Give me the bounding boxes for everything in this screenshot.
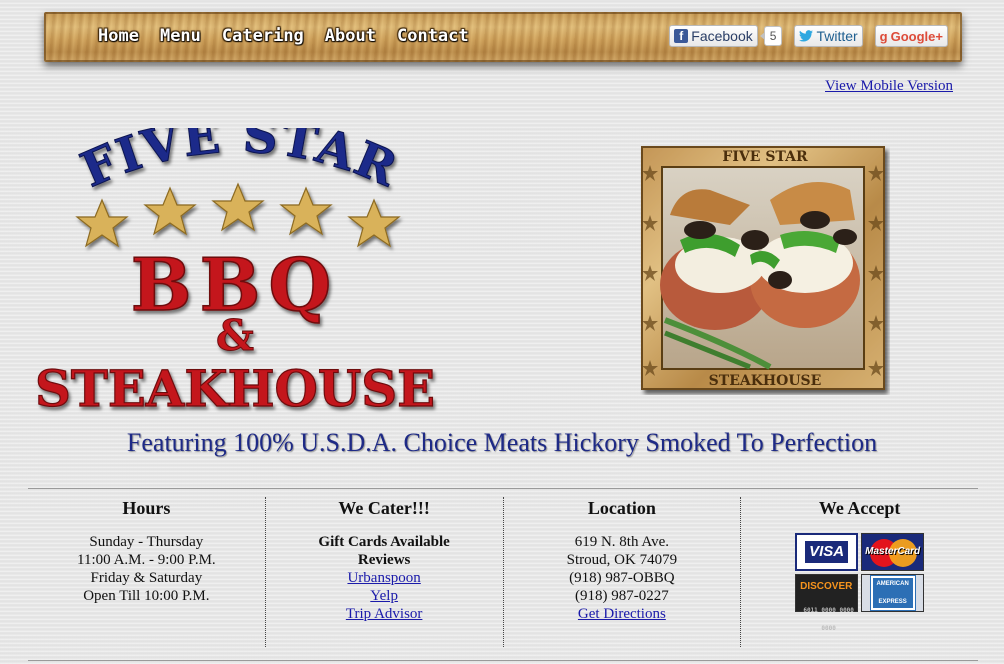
logo-stars — [75, 182, 401, 248]
gift-cards-text: Gift Cards Available — [318, 534, 450, 550]
nav-contact-link[interactable]: Contact — [397, 26, 469, 46]
payment-column: We Accept VISA MasterCard DISCOVER 6011 0… — [740, 497, 978, 647]
nav-catering-link[interactable]: Catering — [222, 26, 304, 46]
catering-column: We Cater!!! Gift Cards Available Reviews… — [264, 497, 503, 647]
facebook-label: Facebook — [691, 28, 753, 44]
logo-steakhouse-text: STEAKHOUSE — [35, 359, 435, 418]
address-city: Stroud, OK 74079 — [566, 552, 678, 568]
view-mobile-version-link[interactable]: View Mobile Version — [825, 78, 953, 95]
info-columns: Hours Sunday - Thursday 11:00 A.M. - 9:0… — [28, 497, 978, 647]
phone-number: (918) 987-0227 — [575, 588, 669, 604]
discover-card-icon: DISCOVER 6011 0000 0000 0000 — [795, 574, 859, 632]
twitter-button[interactable]: Twitter — [794, 25, 863, 47]
facebook-icon: f — [674, 29, 689, 43]
google-plus-label: Google+ — [890, 28, 943, 44]
catering-title: We Cater!!! — [338, 498, 430, 518]
reviews-heading: Reviews — [357, 552, 411, 568]
facebook-share-count: 5 — [759, 26, 783, 46]
top-navbar: Home Menu Catering About Contact f Faceb… — [44, 12, 962, 62]
social-buttons: f Facebook 5 Twitter g Google+ — [669, 25, 948, 47]
star-icon — [143, 186, 197, 236]
hours-line: 11:00 A.M. - 9:00 P.M. — [77, 552, 216, 568]
divider-bottom — [28, 660, 978, 661]
star-icon — [347, 198, 401, 248]
nav-menu-link[interactable]: Menu — [160, 26, 201, 46]
trip-advisor-link[interactable]: Trip Advisor — [346, 605, 423, 623]
hours-title: Hours — [122, 498, 171, 518]
logo-ampersand-text: & — [216, 311, 254, 360]
visa-card-icon: VISA — [795, 533, 859, 571]
urbanspoon-link[interactable]: Urbanspoon — [347, 569, 420, 587]
hours-line: Open Till 10:00 P.M. — [83, 588, 210, 604]
payment-cards: VISA MasterCard DISCOVER 6011 0000 0000 0… — [741, 533, 978, 632]
nav-home-link[interactable]: Home — [98, 26, 139, 46]
nav-about-link[interactable]: About — [325, 26, 376, 46]
mastercard-icon: MasterCard — [861, 533, 925, 571]
twitter-bird-icon — [799, 30, 814, 42]
american-express-icon: AMERICAN EXPRESS — [861, 574, 925, 612]
google-plus-button[interactable]: g Google+ — [874, 25, 948, 47]
hours-line: Sunday - Thursday — [89, 534, 204, 550]
get-directions-link[interactable]: Get Directions — [578, 605, 666, 623]
frame-top-text: FIVE STAR — [722, 149, 808, 165]
hours-line: Friday & Saturday — [90, 570, 203, 586]
nav-menu: Home Menu Catering About Contact — [98, 26, 469, 46]
tagline: Featuring 100% U.S.D.A. Choice Meats Hic… — [126, 428, 878, 457]
location-column: Location 619 N. 8th Ave. Stroud, OK 7407… — [502, 497, 741, 647]
phone-letters: (918) 987-OBBQ — [569, 570, 675, 586]
payment-title: We Accept — [818, 498, 901, 518]
star-icon — [211, 182, 265, 232]
star-icon — [279, 186, 333, 236]
hours-column: Hours Sunday - Thursday 11:00 A.M. - 9:0… — [28, 497, 265, 647]
star-icon — [75, 198, 129, 248]
facebook-button[interactable]: f Facebook — [669, 25, 758, 47]
google-plus-icon: g — [879, 28, 888, 44]
location-title: Location — [587, 498, 656, 518]
yelp-link[interactable]: Yelp — [370, 587, 398, 605]
divider-top — [28, 488, 978, 489]
twitter-label: Twitter — [816, 28, 858, 44]
featured-food-image: FIVE STAR STEAKHOUSE — [641, 146, 885, 390]
frame-bottom-text: STEAKHOUSE — [709, 373, 822, 389]
five-star-bbq-logo: FIVE STAR BBQ & STEAKHOUSE — [34, 128, 435, 418]
address-street: 619 N. 8th Ave. — [574, 534, 670, 550]
